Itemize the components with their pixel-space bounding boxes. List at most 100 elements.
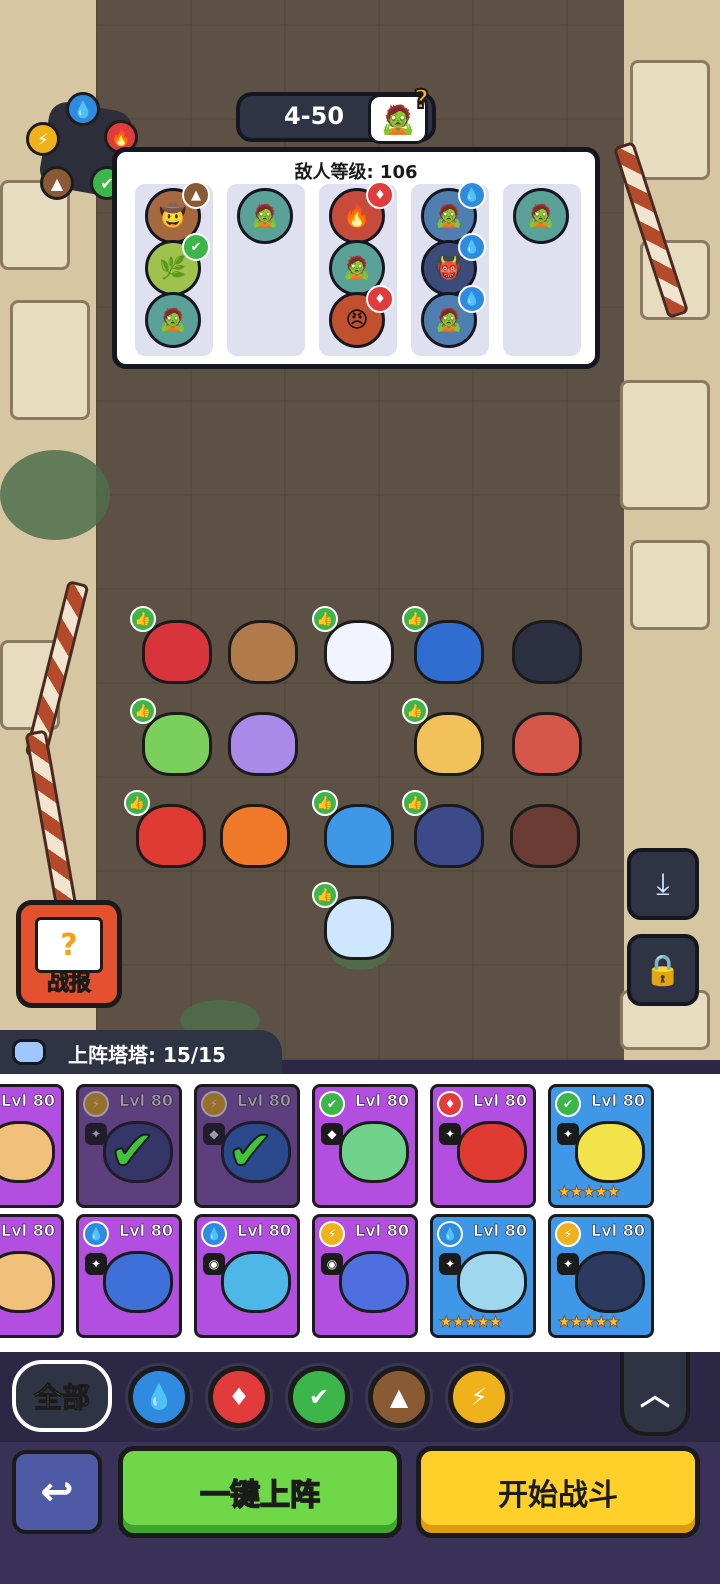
deployed-unit[interactable]: 👍 (312, 882, 400, 968)
wall-brick (630, 540, 710, 630)
enemy-portrait[interactable]: 🔥 ♦ (329, 181, 394, 244)
deployed-unit[interactable] (504, 796, 586, 876)
unit-roster: Lvl 80 ⚡ Lvl 80 ✦ ✔ ⚡ Lvl 80 ◆ ✔ ✔ Lvl 8… (0, 1074, 720, 1352)
unit-portrait (339, 1251, 409, 1313)
unit-card[interactable]: ✔ Lvl 80 ◆ (312, 1084, 418, 1208)
deployed-unit[interactable] (222, 704, 304, 784)
unit-card[interactable]: ✔ Lvl 80 ✦ ★★★★★ (548, 1084, 654, 1208)
zombie-face-icon: 🧟 (380, 102, 416, 136)
deployed-unit[interactable]: 👍 (402, 698, 490, 784)
card-level: Lvl 80 (237, 1091, 292, 1111)
unit-portrait (339, 1121, 409, 1183)
boss-preview-button[interactable]: 🧟 ? (368, 84, 430, 144)
deployed-unit[interactable] (506, 612, 588, 692)
card-level: Lvl 80 (1, 1221, 56, 1241)
checkmark-icon: ✔ (108, 1118, 157, 1185)
enemy-portrait[interactable]: 🌿 ✔ (145, 233, 210, 296)
lock-button[interactable]: 🔒 (627, 934, 699, 1006)
fire-bird-creature (136, 804, 206, 868)
thumbs-up-icon: 👍 (124, 790, 150, 816)
filter-grass-button[interactable]: ✔ (288, 1366, 350, 1428)
unit-card[interactable]: ♦ Lvl 80 ✦ (430, 1084, 536, 1208)
robot-icon (12, 1039, 46, 1065)
auto-deploy-button[interactable]: 一键上阵 (118, 1446, 402, 1538)
water-element-icon: 💧 (458, 181, 486, 209)
card-level: Lvl 80 (119, 1091, 174, 1111)
card-level: Lvl 80 (355, 1091, 410, 1111)
enemy-level-label: 敌人等级: 106 (294, 162, 418, 183)
card-level: Lvl 80 (237, 1221, 292, 1241)
thunder-element-icon: ⚡ (83, 1091, 109, 1117)
water-element-icon: 💧 (201, 1221, 227, 1247)
lock-icon: 🔒 (644, 952, 682, 988)
earth-element-icon: ▲ (182, 181, 210, 209)
thumbs-up-icon: 👍 (312, 882, 338, 908)
thumbs-up-icon: 👍 (130, 698, 156, 724)
deployed-count-label: 上阵塔塔: 15/15 (68, 1043, 226, 1067)
unit-card[interactable]: 💧 Lvl 80 ✦ ★★★★★ (430, 1214, 536, 1338)
expand-roster-button[interactable]: ︿ (620, 1352, 690, 1436)
enemy-portrait[interactable]: 🧟 💧 (421, 285, 486, 348)
role-icon: ✦ (85, 1123, 107, 1145)
battle-report-button[interactable]: ? 战报 (16, 900, 122, 1008)
grass-element-icon: ✔ (555, 1091, 581, 1117)
deployed-unit[interactable]: 👍 (130, 698, 218, 784)
element-filter-bar: 全部 💧 ♦ ✔ ▲ ⚡ ︿ (0, 1352, 720, 1442)
filter-earth-button[interactable]: ▲ (368, 1366, 430, 1428)
enemy-portrait[interactable]: 😠 ♦ (329, 285, 394, 348)
mountain-icon: ▲ (389, 1383, 409, 1411)
filter-all-button[interactable]: 全部 (12, 1360, 112, 1432)
deployed-unit[interactable]: 👍 (402, 606, 490, 692)
grass-element-icon: ✔ (182, 233, 210, 261)
grass-element-icon: ✔ (319, 1091, 345, 1117)
unit-card[interactable]: 💧 Lvl 80 ✦ (76, 1214, 182, 1338)
fox-creature (512, 620, 582, 684)
flower-creature (142, 620, 212, 684)
unit-card[interactable]: ⚡ Lvl 80 ◆ ✔ (194, 1084, 300, 1208)
thumbs-up-icon: 👍 (402, 790, 428, 816)
deployed-unit[interactable] (506, 704, 588, 784)
chevron-up-icon: ︿ (640, 1378, 670, 1413)
deployed-unit[interactable]: 👍 (130, 606, 218, 692)
lion-creature (414, 712, 484, 776)
unit-card[interactable]: 💧 Lvl 80 ◉ (194, 1214, 300, 1338)
water-dragon-creature (324, 896, 394, 960)
water-element-icon: 💧 (458, 233, 486, 261)
shield-icon: ◆ (203, 1123, 225, 1145)
deployed-unit[interactable] (214, 796, 296, 876)
enemy-portrait[interactable]: 🧟 (237, 188, 293, 244)
card-level: Lvl 80 (355, 1221, 410, 1241)
unit-portrait (575, 1121, 645, 1183)
enemy-portrait[interactable]: 🧟 (513, 188, 569, 244)
deployed-unit[interactable]: 👍 (312, 606, 400, 692)
unit-card[interactable]: Lvl 80 (0, 1214, 64, 1338)
unit-card[interactable]: ⚡ Lvl 80 ◉ (312, 1214, 418, 1338)
unit-card[interactable]: Lvl 80 (0, 1084, 64, 1208)
deployed-unit[interactable]: 👍 (402, 790, 490, 876)
thumbs-up-icon: 👍 (312, 790, 338, 816)
unit-portrait (575, 1251, 645, 1313)
start-battle-button[interactable]: 开始战斗 (416, 1446, 700, 1538)
water-drop-icon: 💧 (144, 1383, 174, 1411)
deployed-unit[interactable] (222, 612, 304, 692)
card-level: Lvl 80 (591, 1091, 646, 1111)
deployed-unit[interactable]: 👍 (312, 790, 400, 876)
back-button[interactable]: ↩ (12, 1450, 102, 1534)
toucan-creature (414, 620, 484, 684)
unit-card[interactable]: ⚡ Lvl 80 ✦ ✔ (76, 1084, 182, 1208)
star-rating: ★★★★★ (557, 1182, 622, 1202)
enemy-lane: 🧟 (227, 184, 305, 356)
checkmark-icon: ✔ (226, 1118, 275, 1185)
thumbs-up-icon: 👍 (402, 698, 428, 724)
thunder-element-icon: ⚡ (26, 122, 60, 156)
rhino-creature (414, 804, 484, 868)
filter-thunder-button[interactable]: ⚡ (448, 1366, 510, 1428)
download-button[interactable]: ⤓ (627, 848, 699, 920)
filter-water-button[interactable]: 💧 (128, 1366, 190, 1428)
deployed-unit[interactable]: 👍 (124, 790, 212, 876)
enemy-portrait[interactable]: 🧟 (145, 292, 201, 348)
unit-card[interactable]: ⚡ Lvl 80 ✦ ★★★★★ (548, 1214, 654, 1338)
stage-number: 4-50 (283, 102, 345, 130)
deployed-count-tab: 上阵塔塔: 15/15 (0, 1030, 282, 1074)
filter-fire-button[interactable]: ♦ (208, 1366, 270, 1428)
